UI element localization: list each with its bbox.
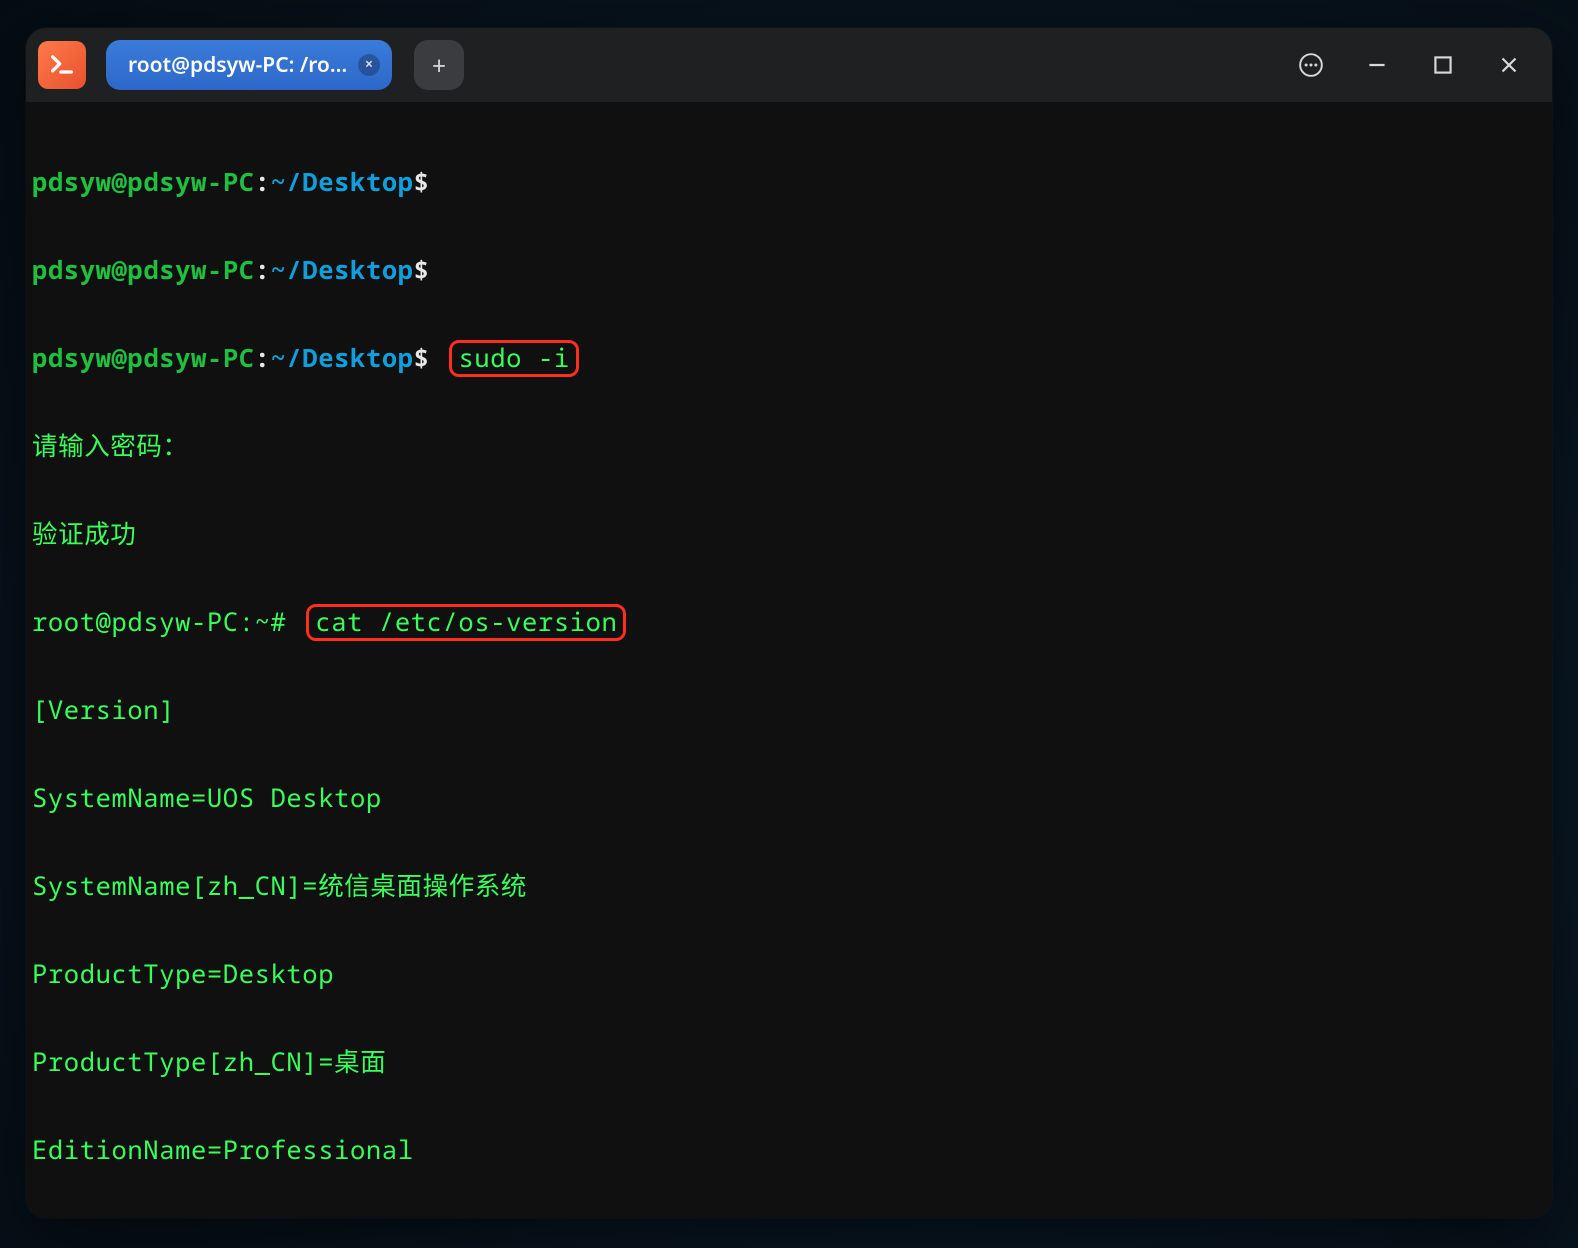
prompt-line-1: pdsyw@pdsyw-PC:~/Desktop$ — [32, 160, 1542, 204]
new-tab-button[interactable]: + — [414, 40, 464, 90]
cmd-cat: cat /etc/os-version — [315, 605, 617, 639]
minimize-icon — [1364, 52, 1390, 78]
terminal-output: pdsyw@pdsyw-PC:~/Desktop$ pdsyw@pdsyw-PC… — [32, 116, 1542, 1218]
tab-title: root@pdsyw-PC: /root — [128, 51, 348, 79]
root-line-cat: root@pdsyw-PC:~# cat /etc/os-version — [32, 600, 1542, 644]
osver-producttype: ProductType=Desktop — [32, 952, 1542, 996]
prompt-user: pdsyw — [32, 165, 112, 199]
highlight-cat: cat /etc/os-version — [306, 604, 626, 641]
minimize-button[interactable] — [1350, 38, 1404, 92]
plus-icon: + — [431, 47, 447, 83]
osver-systemname: SystemName=UOS Desktop — [32, 776, 1542, 820]
prompt-path: ~/Desktop — [271, 165, 414, 199]
highlight-sudo: sudo -i — [449, 340, 578, 377]
close-tab-button[interactable]: × — [358, 54, 380, 76]
root-prompt: root@pdsyw-PC:~# — [32, 605, 286, 639]
osver-section: [Version] — [32, 688, 1542, 732]
maximize-button[interactable] — [1416, 38, 1470, 92]
desktop-background: root@pdsyw-PC: /root × + — [0, 0, 1578, 1248]
titlebar: root@pdsyw-PC: /root × + — [26, 28, 1552, 102]
close-icon — [1496, 52, 1522, 78]
prompt-at: @ — [112, 165, 128, 199]
tab-root-terminal[interactable]: root@pdsyw-PC: /root × — [106, 40, 392, 90]
menu-button[interactable] — [1284, 38, 1338, 92]
terminal-window: root@pdsyw-PC: /root × + — [26, 28, 1552, 1218]
close-icon: × — [365, 58, 373, 72]
osver-systemname-zh: SystemName[zh_CN]=统信桌面操作系统 — [32, 864, 1542, 908]
prompt-host: pdsyw-PC — [127, 165, 254, 199]
prompt-icon — [48, 51, 76, 79]
osver-editionname: EditionName=Professional — [32, 1128, 1542, 1172]
terminal-viewport[interactable]: pdsyw@pdsyw-PC:~/Desktop$ pdsyw@pdsyw-PC… — [26, 102, 1552, 1218]
password-prompt: 请输入密码： — [32, 424, 1542, 468]
terminal-app-icon — [38, 41, 86, 89]
maximize-icon — [1430, 52, 1456, 78]
close-window-button[interactable] — [1482, 38, 1536, 92]
ellipsis-circle-icon — [1298, 52, 1324, 78]
osver-producttype-zh: ProductType[zh_CN]=桌面 — [32, 1040, 1542, 1084]
osver-editionname-zh: EditionName[zh_CN]=专业版 — [32, 1216, 1542, 1218]
prompt-colon: : — [255, 165, 271, 199]
auth-success: 验证成功 — [32, 512, 1542, 556]
prompt-line-2: pdsyw@pdsyw-PC:~/Desktop$ — [32, 248, 1542, 292]
prompt-line-sudo: pdsyw@pdsyw-PC:~/Desktop$ sudo -i — [32, 336, 1542, 380]
prompt-symbol: $ — [414, 165, 430, 199]
cmd-sudo: sudo -i — [458, 341, 569, 375]
